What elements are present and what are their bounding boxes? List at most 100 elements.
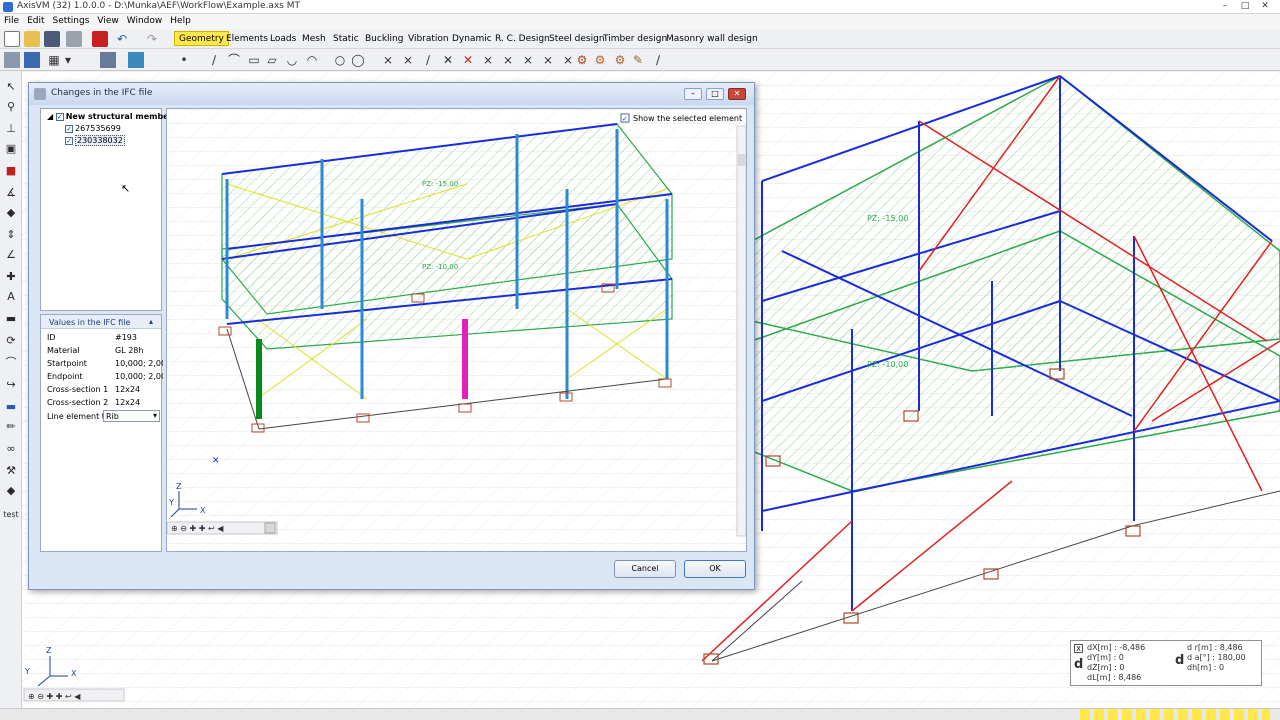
preview-nav-toolbar[interactable]: ⊕ ⊖ ✚ ✚ ↩ ◀ xyxy=(167,521,278,535)
undo-icon[interactable]: ↶ xyxy=(114,31,130,47)
vscroll-thumb[interactable] xyxy=(738,154,745,166)
ruler-icon[interactable]: ✏ xyxy=(3,419,19,435)
layers-color-icon[interactable]: ■ xyxy=(3,163,19,179)
grid-dropdown-icon[interactable]: ▾ xyxy=(60,52,76,68)
view-cube-icon[interactable]: ▣ xyxy=(3,141,19,157)
trim-icon[interactable]: ⨯ xyxy=(520,52,536,68)
open-folder-icon[interactable] xyxy=(24,31,40,47)
transform-icon[interactable]: ⚙ xyxy=(574,52,590,68)
text-tool-icon[interactable]: A xyxy=(3,289,19,305)
stories-tool-icon[interactable]: ⌒ xyxy=(3,355,19,371)
menu-file[interactable]: File xyxy=(0,14,23,28)
cross-icon[interactable]: ✚ xyxy=(3,269,19,285)
preview-vscrollbar[interactable] xyxy=(736,125,746,537)
node-icon[interactable]: • xyxy=(176,52,192,68)
workplane-icon[interactable] xyxy=(100,52,116,68)
close-icon[interactable]: ✕ xyxy=(1258,1,1272,12)
redo-icon[interactable]: ↷ xyxy=(144,31,160,47)
wrench-icon[interactable]: ⚒ xyxy=(3,463,19,479)
brush-icon[interactable]: ✎ xyxy=(630,52,646,68)
tab-static[interactable]: Static xyxy=(328,31,364,46)
arrow-tool-icon[interactable]: ↪ xyxy=(3,377,19,393)
dialog-maximize-icon[interactable]: □ xyxy=(706,88,724,100)
dialog-minimize-icon[interactable]: – xyxy=(684,88,702,100)
rotate-icon[interactable]: ⟳ xyxy=(3,333,19,349)
zoom-icon[interactable]: ⚲ xyxy=(3,99,19,115)
axes-icon[interactable]: ⊥ xyxy=(3,121,19,137)
dialog-title-bar[interactable]: Changes in the IFC file – □ ✕ xyxy=(29,83,754,105)
arc-3pt-icon[interactable]: ◠ xyxy=(304,52,320,68)
stories-icon[interactable] xyxy=(24,52,40,68)
tree-root[interactable]: ◢ ✓ New structural members xyxy=(47,112,177,121)
tab-masonry-wall-design[interactable]: Masonry wall design xyxy=(661,31,763,46)
surface-icon[interactable]: ⚙ xyxy=(612,52,628,68)
slab-icon[interactable]: ▬ xyxy=(3,399,19,415)
node-tool-icon[interactable]: ◆ xyxy=(3,205,19,221)
view-window-icon[interactable] xyxy=(128,52,144,68)
tree-item-checkbox[interactable]: ✓ xyxy=(65,124,73,133)
dimension-icon[interactable]: ∡ xyxy=(3,185,19,201)
menu-view[interactable]: View xyxy=(93,14,122,28)
dialog-close-icon[interactable]: ✕ xyxy=(728,88,746,100)
line-icon[interactable]: ∕ xyxy=(206,52,222,68)
line-element-type-select[interactable]: Rib ▾ xyxy=(103,410,160,422)
preview-canvas[interactable]: ✓ Show the selected element PZ: -15,00 P… xyxy=(167,109,747,552)
preview-axis-z: Z xyxy=(176,482,182,491)
print-icon[interactable] xyxy=(66,31,82,47)
ifc-values-header[interactable]: Values in the IFC file ▴ xyxy=(41,315,161,329)
circle-3pt-icon[interactable]: ◯ xyxy=(350,52,366,68)
polyline-icon[interactable]: ⌒ xyxy=(226,52,242,68)
intersect-icon[interactable]: ⨯ xyxy=(380,52,396,68)
minimize-icon[interactable]: – xyxy=(1218,1,1232,12)
viewport-nav-toolbar[interactable]: ⊕ ⊖ ✚ ✚ ↩ ◀ xyxy=(23,688,125,702)
collapse-icon[interactable]: ▴ xyxy=(149,317,153,326)
cancel-button[interactable]: Cancel xyxy=(614,560,676,578)
rotated-rectangle-icon[interactable]: ▱ xyxy=(264,52,280,68)
tree-root-checkbox[interactable]: ✓ xyxy=(55,112,64,121)
tree-item[interactable]: ✓ 267535699 xyxy=(65,124,121,133)
layers-icon[interactable] xyxy=(4,52,20,68)
ifc-preview-viewport[interactable]: ✓ Show the selected element PZ: -15,00 P… xyxy=(166,108,747,552)
arc-icon[interactable]: ◡ xyxy=(284,52,300,68)
tab-loads[interactable]: Loads xyxy=(265,31,301,46)
tab-buckling[interactable]: Buckling xyxy=(360,31,408,46)
tree-item-checkbox[interactable]: ✓ xyxy=(65,136,73,145)
maximize-icon[interactable]: □ xyxy=(1238,1,1252,12)
menu-window[interactable]: Window xyxy=(123,14,167,28)
glasses-icon[interactable]: ∞ xyxy=(3,441,19,457)
merge-icon[interactable]: ⨯ xyxy=(540,52,556,68)
menu-edit[interactable]: Edit xyxy=(23,14,48,28)
ok-button[interactable]: OK xyxy=(684,560,746,578)
new-file-icon[interactable] xyxy=(4,31,20,47)
measure-icon[interactable]: ∠ xyxy=(3,247,19,263)
tree-item-selected[interactable]: ✓ 230338032 xyxy=(65,135,125,146)
left-toolbar: ↖ ⚲ ⊥ ▣ ■ ∡ ◆ ⇕ ∠ ✚ A ▬ ⟳ ⌒ ↪ ▬ ✏ ∞ ⚒ ◆ … xyxy=(0,71,22,720)
info-icon[interactable]: ◆ xyxy=(3,483,19,499)
circle-icon[interactable]: ○ xyxy=(332,52,348,68)
dimension-line-icon[interactable]: ▬ xyxy=(3,311,19,327)
mirror-icon[interactable]: ⚙ xyxy=(592,52,608,68)
measure-close-icon[interactable]: X xyxy=(1074,644,1083,653)
rectangle-icon[interactable]: ▭ xyxy=(246,52,262,68)
menu-help[interactable]: Help xyxy=(166,14,195,28)
cut-icon[interactable]: ⨯ xyxy=(480,52,496,68)
status-toggle-icons[interactable] xyxy=(1080,709,1270,720)
tree-item-label: 267535699 xyxy=(75,124,121,133)
prop-row: Startpoint10,000; 2,000; 0 xyxy=(47,359,163,368)
show-selected-checkbox[interactable]: ✓ xyxy=(620,113,630,123)
test-label[interactable]: test xyxy=(3,507,19,523)
delete-line-icon[interactable]: ✕ xyxy=(460,52,476,68)
check-icon[interactable]: ∕ xyxy=(650,52,666,68)
status-bar xyxy=(0,708,1280,720)
menu-settings[interactable]: Settings xyxy=(49,14,94,28)
normal-line-icon[interactable]: ∕ xyxy=(420,52,436,68)
extend-icon[interactable]: ⨯ xyxy=(500,52,516,68)
pointer-icon[interactable]: ↖ xyxy=(3,79,19,95)
pdf-icon[interactable] xyxy=(92,31,108,47)
tab-mesh[interactable]: Mesh xyxy=(297,31,331,46)
save-icon[interactable] xyxy=(44,31,60,47)
snap-icon[interactable]: ⇕ xyxy=(3,227,19,243)
delete-node-icon[interactable]: ✕ xyxy=(440,52,456,68)
divide-icon[interactable]: ⨯ xyxy=(400,52,416,68)
tree-collapse-icon[interactable]: ◢ xyxy=(47,112,53,121)
